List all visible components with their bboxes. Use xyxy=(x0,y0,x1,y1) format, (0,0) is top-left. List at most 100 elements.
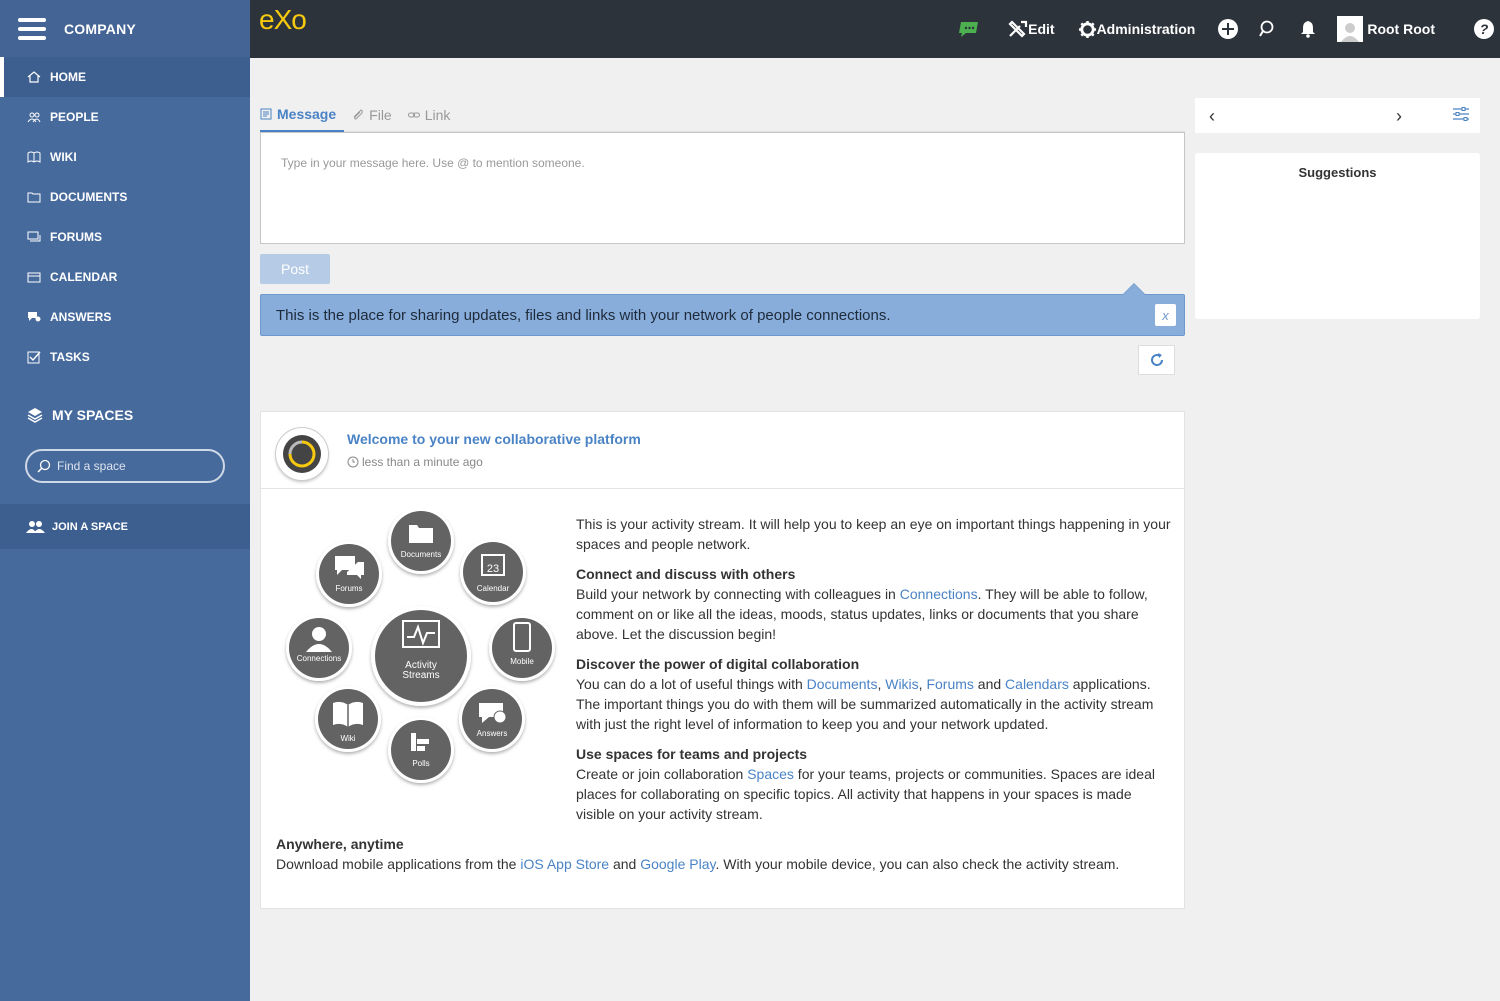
chat-icon xyxy=(959,22,979,37)
sidebar-item-calendar[interactable]: CALENDAR xyxy=(0,257,250,297)
svg-text:?: ? xyxy=(1480,21,1489,37)
refresh-icon xyxy=(1150,353,1163,366)
diagram-item-calendar: 23 Calendar xyxy=(460,539,526,605)
my-spaces-label: MY SPACES xyxy=(52,407,134,423)
sidebar-item-people[interactable]: PEOPLE xyxy=(0,97,250,137)
top-bar: eXo Edit Administration Root Root ? xyxy=(250,0,1500,58)
svg-text:Streams: Streams xyxy=(402,670,439,681)
search-button[interactable] xyxy=(1259,20,1277,38)
message-input[interactable] xyxy=(281,156,1164,216)
gear-icon xyxy=(1078,20,1096,38)
text-span: Build your network by connecting with co… xyxy=(576,586,900,602)
administration-label: Administration xyxy=(1096,21,1196,37)
calendar-icon xyxy=(26,270,42,284)
section-anywhere-text: Download mobile applications from the iO… xyxy=(276,854,1171,874)
my-spaces-heading[interactable]: MY SPACES xyxy=(0,403,250,427)
clock-icon xyxy=(347,456,359,468)
paperclip-icon xyxy=(353,108,363,120)
tab-link[interactable]: Link xyxy=(407,98,459,131)
find-space-box[interactable] xyxy=(25,449,225,483)
hamburger-menu-icon[interactable] xyxy=(18,17,46,40)
svg-text:Polls: Polls xyxy=(412,759,429,768)
sidebar-item-wiki[interactable]: WIKI xyxy=(0,137,250,177)
ios-app-store-link[interactable]: iOS App Store xyxy=(520,856,609,872)
find-space-input[interactable] xyxy=(57,459,207,473)
connections-link[interactable]: Connections xyxy=(900,586,978,602)
people-icon xyxy=(26,110,42,124)
link-icon xyxy=(407,112,420,117)
help-icon: ? xyxy=(1474,19,1494,39)
layers-icon xyxy=(27,408,43,423)
section-discover-title: Discover the power of digital collaborat… xyxy=(576,656,860,672)
google-play-link[interactable]: Google Play xyxy=(640,856,715,872)
exo-logo-icon xyxy=(283,435,321,473)
diagram-item-connections: Connections xyxy=(286,615,352,681)
sidebar-item-answers[interactable]: ANSWERS xyxy=(0,297,250,337)
sidebar-item-label: WIKI xyxy=(50,150,77,164)
chat-button[interactable] xyxy=(958,20,980,38)
diagram-item-wiki: Wiki xyxy=(315,686,381,752)
forum-icon xyxy=(26,230,42,244)
diagram-item-answers: Answers xyxy=(459,686,525,752)
refresh-button[interactable] xyxy=(1138,345,1175,375)
text-span: and xyxy=(609,856,641,872)
user-name: Root Root xyxy=(1367,21,1435,37)
help-button[interactable]: ? xyxy=(1473,18,1495,40)
tab-label: Message xyxy=(277,106,337,122)
notifications-button[interactable] xyxy=(1299,20,1317,38)
tab-file[interactable]: File xyxy=(352,98,400,131)
forums-link[interactable]: Forums xyxy=(926,676,973,692)
tab-message[interactable]: Message xyxy=(260,98,345,132)
user-silhouette-icon xyxy=(1341,23,1360,42)
join-space-button[interactable]: JOIN A SPACE xyxy=(0,504,250,549)
calendars-link[interactable]: Calendars xyxy=(1005,676,1069,692)
spaces-link[interactable]: Spaces xyxy=(747,766,794,782)
edit-label: Edit xyxy=(1028,21,1055,37)
edit-button[interactable]: Edit xyxy=(1008,20,1055,38)
activity-timestamp: less than a minute ago xyxy=(347,455,483,469)
section-connect-text: Build your network by connecting with co… xyxy=(576,584,1171,644)
sidebar-item-forums[interactable]: FORUMS xyxy=(0,217,250,257)
sharing-tip: This is the place for sharing updates, f… xyxy=(260,283,1185,336)
activity-avatar[interactable] xyxy=(276,428,328,480)
user-menu[interactable]: Root Root xyxy=(1337,16,1435,42)
tip-text: This is the place for sharing updates, f… xyxy=(276,306,891,324)
svg-text:Answers: Answers xyxy=(477,729,508,738)
sidebar-item-tasks[interactable]: TASKS xyxy=(0,337,250,377)
text-span: You can do a lot of useful things with xyxy=(576,676,807,692)
next-arrow-icon[interactable]: › xyxy=(1396,106,1402,127)
documents-link[interactable]: Documents xyxy=(807,676,878,692)
sidebar-item-label: DOCUMENTS xyxy=(50,190,128,204)
suggestions-panel: Suggestions xyxy=(1195,153,1480,319)
message-icon xyxy=(260,108,272,120)
text-span: Download mobile applications from the xyxy=(276,856,521,872)
top-bar-actions: Edit Administration Root Root ? xyxy=(958,0,1500,58)
company-label[interactable]: COMPANY xyxy=(64,21,136,37)
svg-text:Forums: Forums xyxy=(335,584,362,593)
sidebar-item-label: HOME xyxy=(50,70,86,84)
intro-paragraph: This is your activity stream. It will he… xyxy=(576,516,1171,552)
wikis-link[interactable]: Wikis xyxy=(885,676,918,692)
close-tip-button[interactable]: x xyxy=(1155,304,1176,326)
filter-settings-icon[interactable] xyxy=(1452,107,1470,121)
sidebar-item-label: FORUMS xyxy=(50,230,102,244)
post-button[interactable]: Post xyxy=(260,254,330,284)
home-icon xyxy=(26,70,42,84)
edit-tools-icon xyxy=(1008,20,1028,38)
prev-arrow-icon[interactable]: ‹ xyxy=(1209,106,1215,127)
join-people-icon xyxy=(26,520,45,533)
sidebar-item-documents[interactable]: DOCUMENTS xyxy=(0,177,250,217)
section-discover-text: You can do a lot of useful things with D… xyxy=(576,674,1171,734)
exo-logo[interactable]: eXo xyxy=(259,4,307,36)
activity-title[interactable]: Welcome to your new collaborative platfo… xyxy=(347,431,641,447)
svg-text:Mobile: Mobile xyxy=(510,657,534,666)
sidebar-item-label: ANSWERS xyxy=(50,310,112,324)
svg-text:Documents: Documents xyxy=(401,550,441,559)
create-button[interactable] xyxy=(1217,18,1239,40)
svg-text:Connections: Connections xyxy=(297,654,341,663)
sidebar: COMPANY HOME PEOPLE WIKI DOCUMENTS FORUM… xyxy=(0,0,250,1001)
folder-icon xyxy=(26,190,42,204)
book-icon xyxy=(26,150,42,164)
sidebar-item-home[interactable]: HOME xyxy=(0,57,250,97)
administration-button[interactable]: Administration xyxy=(1078,20,1196,39)
